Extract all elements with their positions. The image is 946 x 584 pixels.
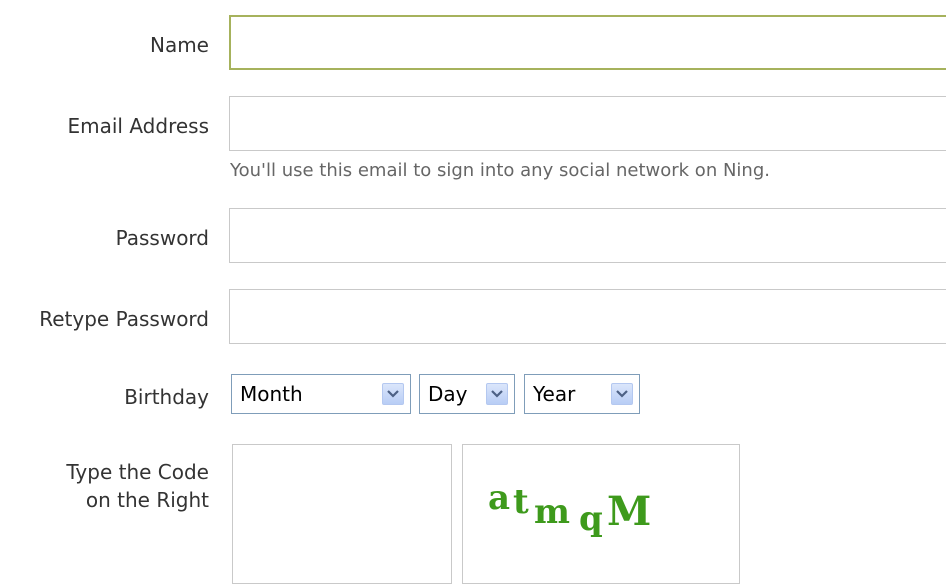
retype-password-input[interactable]	[229, 289, 946, 344]
chevron-down-icon[interactable]	[382, 383, 404, 405]
birthday-year-select[interactable]: Year	[524, 374, 640, 414]
captcha-char: m	[534, 492, 570, 532]
captcha-label-line1: Type the Code	[66, 460, 209, 484]
birthday-day-value: Day	[428, 382, 468, 406]
captcha-label-line2: on the Right	[85, 488, 209, 512]
captcha-char: q	[579, 499, 603, 539]
captcha-code-svg: a t m q M	[488, 478, 651, 539]
retype-password-label: Retype Password	[39, 307, 209, 331]
birthday-month-select[interactable]: Month	[231, 374, 411, 414]
birthday-day-select[interactable]: Day	[419, 374, 515, 414]
captcha-char: M	[607, 488, 651, 535]
captcha-input[interactable]	[232, 444, 452, 584]
birthday-month-value: Month	[240, 382, 303, 406]
birthday-year-value: Year	[533, 382, 576, 406]
captcha-char: a	[488, 478, 510, 518]
email-hint: You'll use this email to sign into any s…	[230, 160, 770, 181]
name-label: Name	[149, 33, 209, 57]
chevron-down-icon[interactable]	[486, 383, 508, 405]
birthday-label: Birthday	[124, 385, 209, 409]
password-label: Password	[115, 226, 209, 250]
name-input[interactable]	[229, 15, 946, 70]
chevron-down-icon[interactable]	[611, 383, 633, 405]
email-input[interactable]	[229, 96, 946, 151]
captcha-label: Type the Code on the Right	[66, 458, 209, 514]
email-label: Email Address	[67, 114, 210, 138]
captcha-image: a t m q M	[462, 444, 740, 584]
password-input[interactable]	[229, 208, 946, 263]
captcha-char: t	[513, 482, 529, 522]
